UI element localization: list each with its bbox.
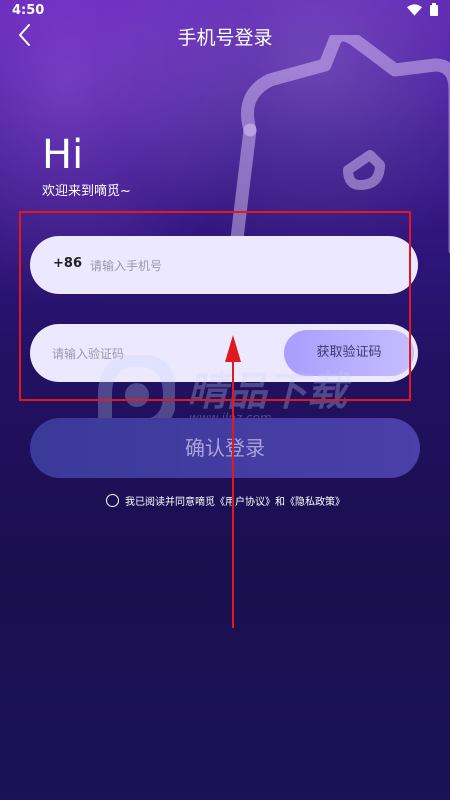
status-icons bbox=[407, 3, 438, 16]
battery-icon bbox=[430, 3, 438, 16]
annotation-arrow-icon bbox=[225, 335, 241, 628]
agreement-prefix: 我已阅读并同意嘀觅 bbox=[125, 496, 215, 508]
privacy-policy-link[interactable]: 《隐私政策》 bbox=[285, 493, 345, 508]
agreement-conjunction: 和 bbox=[275, 496, 285, 508]
annotation-highlight-box bbox=[19, 211, 411, 401]
status-bar: 4:50 bbox=[0, 0, 450, 22]
agreement-checkbox[interactable] bbox=[106, 493, 119, 507]
greeting-title: Hi bbox=[42, 132, 84, 178]
welcome-text: 欢迎来到嘀觅~ bbox=[42, 184, 131, 199]
status-time: 4:50 bbox=[12, 3, 45, 18]
wifi-icon bbox=[407, 3, 422, 16]
